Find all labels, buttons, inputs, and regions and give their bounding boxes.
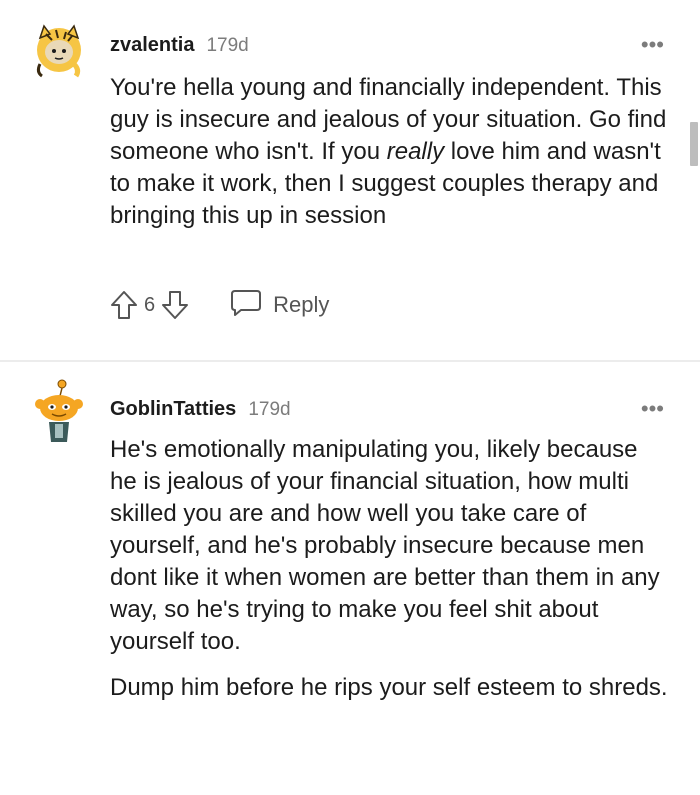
reply-label: Reply (273, 292, 330, 317)
vote-score: 6 (144, 293, 156, 316)
more-options-icon[interactable]: ••• (641, 398, 664, 420)
tiger-costume-avatar-icon[interactable] (30, 20, 88, 78)
comment-paragraph: Dump him before he rips your self esteem… (110, 674, 668, 701)
comment-paragraph: You're hella young and financially indep… (110, 72, 670, 232)
emphasized-text: really (386, 138, 445, 165)
comment-body: You're hella young and financially indep… (110, 72, 670, 246)
scrollbar[interactable] (690, 122, 698, 166)
reply-button[interactable]: Reply (229, 288, 329, 323)
comment-thread: zvalentia 179d ••• You're hella young an… (0, 0, 700, 795)
username[interactable]: zvalentia (110, 34, 194, 57)
comment: GoblinTatties 179d ••• He's emotionally … (0, 362, 700, 795)
comment-actions: 6 Reply (110, 287, 329, 323)
chat-bubble-icon (229, 288, 263, 323)
upvote-icon[interactable] (110, 290, 138, 320)
snoo-avatar-icon[interactable] (30, 378, 88, 442)
username[interactable]: GoblinTatties (110, 398, 236, 421)
comment-body: He's emotionally manipulating you, likel… (110, 434, 670, 718)
comment-meta: GoblinTatties 179d (110, 398, 291, 421)
downvote-icon[interactable] (161, 290, 189, 320)
comment: zvalentia 179d ••• You're hella young an… (0, 0, 700, 360)
comment-age: 179d (206, 35, 249, 56)
more-options-icon[interactable]: ••• (641, 34, 664, 56)
comment-paragraph: He's emotionally manipulating you, likel… (110, 436, 660, 655)
comment-age: 179d (248, 399, 291, 420)
comment-meta: zvalentia 179d (110, 34, 249, 57)
